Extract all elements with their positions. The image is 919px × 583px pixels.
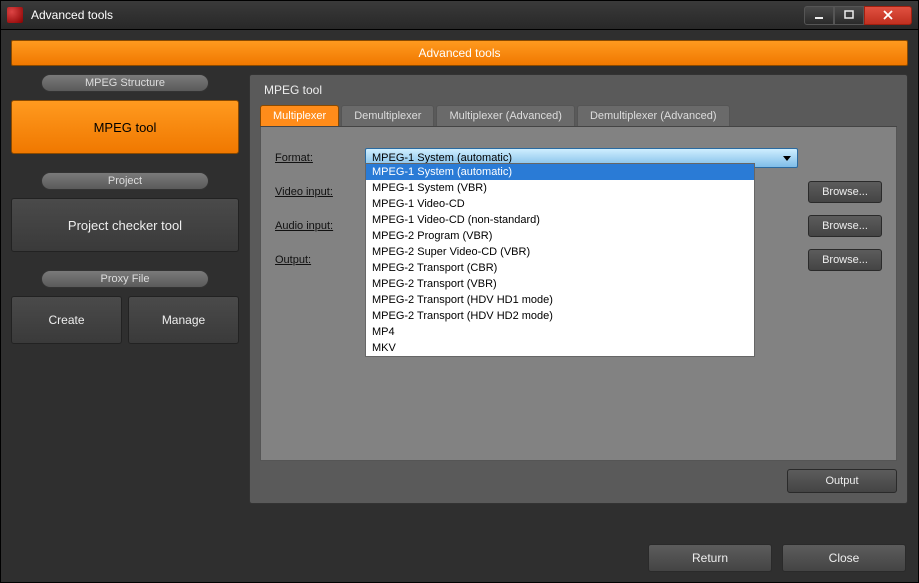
window-title: Advanced tools — [31, 8, 804, 22]
format-option[interactable]: MPEG-2 Program (VBR) — [366, 228, 754, 244]
titlebar: Advanced tools — [1, 1, 918, 30]
format-option[interactable]: MPEG-1 Video-CD (non-standard) — [366, 212, 754, 228]
audio-input-label: Audio input: — [275, 220, 365, 232]
format-option[interactable]: MPEG-2 Transport (HDV HD1 mode) — [366, 292, 754, 308]
sidebar-btn-mpeg-tool[interactable]: MPEG tool — [11, 100, 239, 154]
tab-demultiplexer-advanced[interactable]: Demultiplexer (Advanced) — [577, 105, 730, 126]
tab-body: Format: MPEG-1 System (automatic) Video … — [260, 127, 897, 461]
footer-buttons: Return Close — [648, 544, 906, 572]
return-button[interactable]: Return — [648, 544, 772, 572]
format-option[interactable]: MPEG-1 System (VBR) — [366, 180, 754, 196]
browse-video-button[interactable]: Browse... — [808, 181, 882, 203]
close-main-button[interactable]: Close — [782, 544, 906, 572]
browse-audio-button[interactable]: Browse... — [808, 215, 882, 237]
video-input-label: Video input: — [275, 186, 365, 198]
format-label: Format: — [275, 152, 365, 164]
chevron-down-icon — [783, 156, 791, 161]
sidebar-btn-create[interactable]: Create — [11, 296, 122, 344]
format-option[interactable]: MPEG-2 Super Video-CD (VBR) — [366, 244, 754, 260]
close-button[interactable] — [864, 6, 912, 25]
sidebar-btn-manage[interactable]: Manage — [128, 296, 239, 344]
format-option[interactable]: MKV — [366, 340, 754, 356]
panel-title: MPEG tool — [264, 83, 897, 97]
section-header-mpeg-structure: MPEG Structure — [41, 74, 209, 92]
app-icon — [7, 7, 23, 23]
output-label: Output: — [275, 254, 365, 266]
page-header: Advanced tools — [11, 40, 908, 66]
tab-multiplexer[interactable]: Multiplexer — [260, 105, 339, 126]
page-header-text: Advanced tools — [418, 46, 500, 60]
main-panel: MPEG tool Multiplexer Demultiplexer Mult… — [249, 74, 908, 504]
tab-strip: Multiplexer Demultiplexer Multiplexer (A… — [260, 105, 897, 127]
format-option[interactable]: MPEG-1 Video-CD — [366, 196, 754, 212]
format-option[interactable]: MP4 — [366, 324, 754, 340]
content-area: Advanced tools MPEG Structure MPEG tool … — [1, 30, 918, 582]
minimize-button[interactable] — [804, 6, 834, 25]
format-option[interactable]: MPEG-2 Transport (HDV HD2 mode) — [366, 308, 754, 324]
section-header-project: Project — [41, 172, 209, 190]
format-option[interactable]: MPEG-2 Transport (VBR) — [366, 276, 754, 292]
maximize-button[interactable] — [834, 6, 864, 25]
tab-multiplexer-advanced[interactable]: Multiplexer (Advanced) — [436, 105, 575, 126]
sidebar-btn-project-checker[interactable]: Project checker tool — [11, 198, 239, 252]
browse-output-button[interactable]: Browse... — [808, 249, 882, 271]
format-option[interactable]: MPEG-1 System (automatic) — [366, 164, 754, 180]
tab-demultiplexer[interactable]: Demultiplexer — [341, 105, 434, 126]
sidebar: MPEG Structure MPEG tool Project Project… — [11, 74, 239, 504]
format-option[interactable]: MPEG-2 Transport (CBR) — [366, 260, 754, 276]
section-header-proxy-file: Proxy File — [41, 270, 209, 288]
window: Advanced tools Advanced tools MPEG Struc… — [0, 0, 919, 583]
output-button[interactable]: Output — [787, 469, 897, 493]
format-dropdown-list[interactable]: MPEG-1 System (automatic) MPEG-1 System … — [365, 163, 755, 357]
window-controls — [804, 6, 912, 25]
